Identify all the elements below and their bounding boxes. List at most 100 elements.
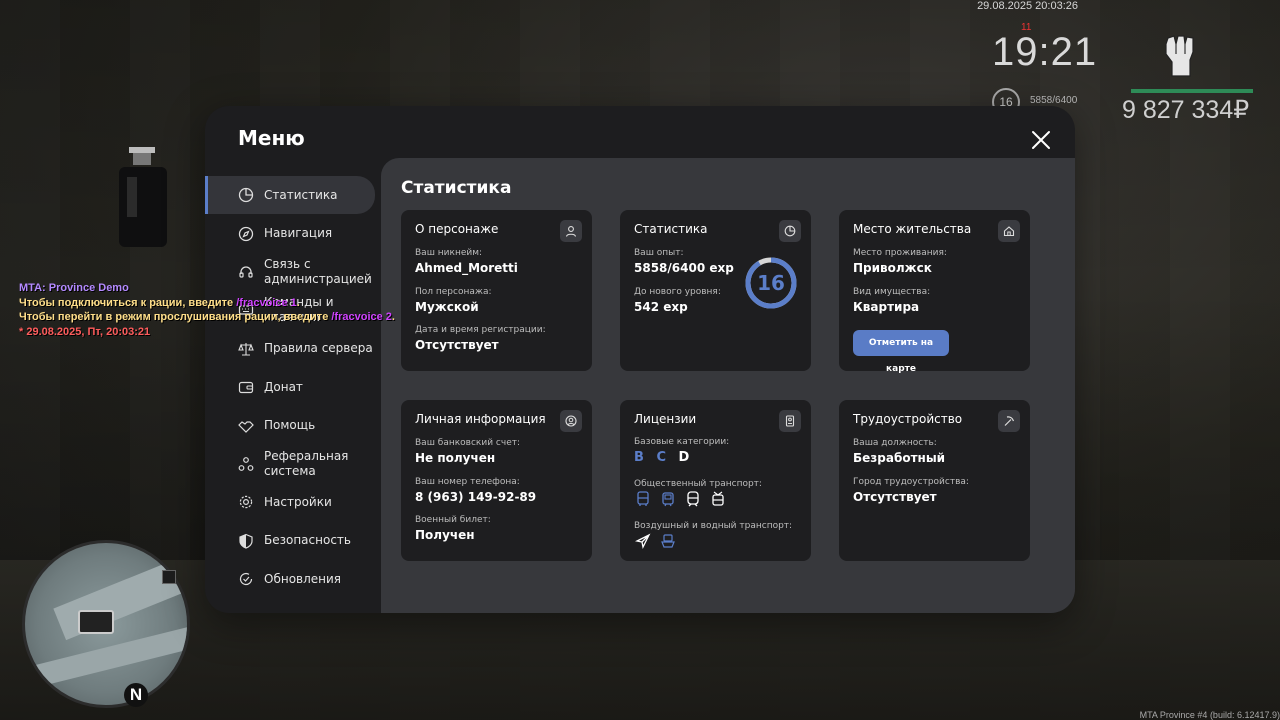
field-value: 8 (963) 149-92-89 bbox=[415, 490, 537, 504]
chat-text: Чтобы подключиться к рации, введите bbox=[19, 296, 237, 309]
bus-icon bbox=[634, 490, 651, 507]
field-label: Ваш никнейм: bbox=[415, 248, 483, 258]
npc-character bbox=[119, 147, 167, 247]
plane-icon bbox=[634, 532, 651, 549]
radar-blip bbox=[162, 570, 176, 584]
field-label: Город трудоустройства: bbox=[853, 477, 969, 487]
card-stats: Статистика Ваш опыт: 5858/6400 exp До но… bbox=[620, 210, 811, 371]
chat-line: Чтобы перейти в режим прослушивания раци… bbox=[19, 310, 395, 325]
sidebar-item-donate[interactable]: Донат bbox=[205, 368, 381, 406]
field-value: 542 exp bbox=[634, 300, 688, 314]
mark-on-map-button[interactable]: Отметить на карте bbox=[853, 330, 949, 374]
radar-road bbox=[25, 626, 187, 692]
field-air-water-transport: Воздушный и водный транспорт: bbox=[634, 521, 792, 531]
sidebar-item-label: Донат bbox=[264, 379, 303, 394]
field-value: Приволжск bbox=[853, 261, 932, 275]
chat-text: Чтобы перейти в режим прослушивания раци… bbox=[19, 311, 332, 323]
home-icon bbox=[998, 220, 1020, 242]
pickaxe-icon bbox=[998, 410, 1020, 432]
hud-datetime: 29.08.2025 20:03:26 bbox=[977, 0, 1078, 12]
field-label: Место проживания: bbox=[853, 248, 947, 258]
sidebar-item-referral[interactable]: Реферальная система bbox=[205, 445, 381, 483]
chat-line: * 29.08.2025, Пт, 20:03:21 bbox=[19, 325, 151, 338]
license-categories: B C D bbox=[634, 450, 697, 465]
field-value: Безработный bbox=[853, 451, 946, 465]
field-property-type: Вид имущества: Квартира bbox=[853, 287, 930, 314]
card-employment: Трудоустройство Ваша должность: Безработ… bbox=[839, 400, 1030, 561]
card-title: Лицензии bbox=[634, 412, 697, 426]
field-value: Ahmed_Moretti bbox=[415, 261, 518, 275]
field-label: До нового уровня: bbox=[634, 287, 721, 297]
air-water-transport-icons bbox=[634, 532, 676, 549]
id-card-icon bbox=[779, 410, 801, 432]
field-value: Отсутствует bbox=[415, 338, 499, 352]
close-icon[interactable] bbox=[1029, 128, 1053, 152]
field-label: Ваш банковский счет: bbox=[415, 438, 521, 448]
field-label: Военный билет: bbox=[415, 515, 491, 525]
field-base-categories: Базовые категории: bbox=[634, 437, 729, 447]
card-title: Статистика bbox=[634, 222, 708, 236]
license-category-b: B bbox=[634, 450, 644, 465]
chat-command: /fracvoice 1 bbox=[236, 296, 297, 309]
level-number: 16 bbox=[757, 271, 785, 295]
chat-command: /fracvoice 2 bbox=[331, 311, 392, 323]
sidebar-item-label: Правила сервера bbox=[264, 341, 373, 356]
chat-box: MTA: Province Demo Чтобы подключиться к … bbox=[19, 281, 395, 339]
hud-money: 9 827 334₽ bbox=[1122, 96, 1250, 124]
sidebar-item-label: Реферальная система bbox=[264, 448, 349, 478]
field-value: Отсутствует bbox=[853, 490, 937, 504]
network-icon bbox=[237, 455, 255, 473]
field-label: Общественный транспорт: bbox=[634, 479, 762, 489]
level-progress-ring: 16 bbox=[744, 256, 798, 310]
wallet-icon bbox=[237, 378, 255, 396]
chat-text: . bbox=[391, 311, 395, 323]
field-label: Вид имущества: bbox=[853, 287, 931, 297]
field-label: Ваш опыт: bbox=[634, 248, 684, 258]
field-position: Ваша должность: Безработный bbox=[853, 438, 945, 465]
shield-icon bbox=[237, 532, 255, 550]
field-label: Воздушный и водный транспорт: bbox=[634, 521, 793, 531]
pie-chart-icon bbox=[237, 186, 255, 204]
trolley-icon bbox=[709, 490, 726, 507]
field-value: Мужской bbox=[415, 300, 479, 314]
build-info: MTA Province #4 (build: 6.12417.9) bbox=[1139, 710, 1280, 720]
license-category-c: C bbox=[656, 450, 666, 465]
card-character: О персонаже Ваш никнейм: Ahmed_Moretti П… bbox=[401, 210, 592, 371]
field-exp-to-next: До нового уровня: 542 exp bbox=[634, 287, 721, 314]
public-transport-icons bbox=[634, 490, 726, 507]
card-title: О персонаже bbox=[415, 222, 499, 236]
sidebar-item-help[interactable]: Помощь bbox=[205, 406, 381, 444]
sidebar-item-security[interactable]: Безопасность bbox=[205, 522, 381, 560]
sidebar-item-updates[interactable]: Обновления bbox=[205, 560, 381, 598]
field-city: Место проживания: Приволжск bbox=[853, 248, 947, 275]
content-title: Статистика bbox=[401, 178, 512, 198]
sidebar: Статистика Навигация Связь с администрац… bbox=[205, 176, 381, 598]
field-exp: Ваш опыт: 5858/6400 exp bbox=[634, 248, 734, 275]
field-value: 5858/6400 exp bbox=[634, 261, 734, 275]
field-value: Не получен bbox=[415, 451, 496, 465]
scales-icon bbox=[237, 340, 255, 358]
sidebar-item-navigation[interactable]: Навигация bbox=[205, 214, 381, 252]
field-label: Дата и время регистрации: bbox=[415, 325, 546, 335]
chat-line: MTA: Province Demo bbox=[19, 282, 129, 294]
sidebar-item-label: Навигация bbox=[264, 226, 333, 241]
chat-text: . bbox=[296, 296, 300, 309]
pie-chart-icon bbox=[779, 220, 801, 242]
train-icon bbox=[684, 490, 701, 507]
sidebar-item-stats[interactable]: Статистика bbox=[205, 176, 375, 215]
card-title: Личная информация bbox=[415, 412, 546, 426]
field-value: Получен bbox=[415, 528, 475, 542]
field-phone-number: Ваш номер телефона: 8 (963) 149-92-89 bbox=[415, 477, 536, 504]
hud-health-bar bbox=[1131, 89, 1253, 93]
user-circle-icon bbox=[560, 410, 582, 432]
card-residence: Место жительства Место проживания: Приво… bbox=[839, 210, 1030, 374]
handshake-icon bbox=[237, 417, 255, 435]
field-gender: Пол персонажа: Мужской bbox=[415, 287, 492, 314]
sidebar-item-label: Помощь bbox=[264, 418, 316, 433]
content-panel: Статистика О персонаже Ваш никнейм: Ahme… bbox=[381, 158, 1075, 613]
field-military-id: Военный билет: Получен bbox=[415, 515, 491, 542]
field-value: Квартира bbox=[853, 300, 920, 314]
sidebar-item-settings[interactable]: Настройки bbox=[205, 483, 381, 521]
card-title: Место жительства bbox=[853, 222, 972, 236]
field-label: Ваш номер телефона: bbox=[415, 477, 520, 487]
